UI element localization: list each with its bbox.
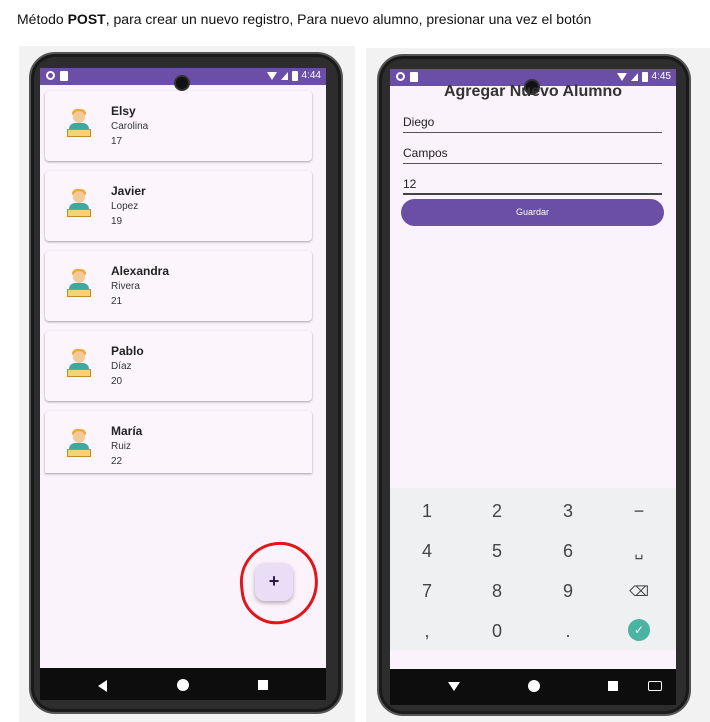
student-last-name: Ruiz bbox=[111, 441, 132, 452]
caption-method: POST bbox=[67, 11, 106, 27]
check-icon[interactable]: ✓ bbox=[628, 619, 650, 641]
form-title: Agregar Nuevo Alumno bbox=[443, 83, 623, 100]
status-time: 4:45 bbox=[651, 71, 671, 82]
key-3[interactable]: 3 bbox=[533, 491, 603, 531]
student-age: 20 bbox=[111, 376, 123, 387]
avatar-icon bbox=[65, 269, 93, 299]
sd-card-icon bbox=[60, 71, 68, 81]
student-last-name: Lopez bbox=[111, 201, 139, 212]
caption: Método POST, para crear un nuevo registr… bbox=[17, 11, 591, 27]
student-age: 19 bbox=[111, 216, 123, 227]
home-icon[interactable] bbox=[177, 679, 189, 691]
key-minus[interactable]: − bbox=[604, 491, 674, 531]
student-name: Elsy bbox=[111, 104, 136, 118]
nav-bar bbox=[390, 669, 676, 705]
record-icon bbox=[396, 72, 405, 81]
key-1[interactable]: 1 bbox=[392, 491, 462, 531]
student-last-name: Rivera bbox=[111, 281, 140, 292]
battery-icon bbox=[291, 70, 298, 81]
key-9[interactable]: 9 bbox=[533, 571, 603, 611]
key-comma[interactable]: , bbox=[392, 611, 462, 651]
key-0[interactable]: 0 bbox=[462, 611, 532, 651]
sd-card-icon bbox=[410, 72, 418, 82]
wifi-icon bbox=[616, 72, 627, 81]
caption-suffix: , para crear un nuevo registro, Para nue… bbox=[105, 11, 592, 27]
signal-icon bbox=[280, 71, 288, 80]
key-8[interactable]: 8 bbox=[462, 571, 532, 611]
name-field[interactable]: Diego bbox=[403, 111, 662, 133]
left-screen: 4:44 Elsy Carolina 17 Javier Lopez 19 Al… bbox=[40, 68, 326, 700]
student-name: Javier bbox=[111, 184, 146, 198]
last-name-field[interactable]: Campos bbox=[403, 142, 662, 164]
key-7[interactable]: 7 bbox=[392, 571, 462, 611]
home-icon[interactable] bbox=[528, 680, 540, 692]
student-name: Pablo bbox=[111, 344, 144, 358]
right-screen: 4:45 Agregar Nuevo Alumno Diego Campos 1… bbox=[390, 69, 676, 705]
student-last-name: Díaz bbox=[111, 361, 132, 372]
avatar-icon bbox=[65, 189, 93, 219]
student-card[interactable]: Elsy Carolina 17 bbox=[45, 91, 312, 161]
left-phone: 4:44 Elsy Carolina 17 Javier Lopez 19 Al… bbox=[29, 52, 343, 714]
save-button[interactable]: Guardar bbox=[401, 199, 664, 226]
right-phone: 4:45 Agregar Nuevo Alumno Diego Campos 1… bbox=[377, 54, 691, 716]
camera-icon bbox=[174, 75, 190, 91]
age-field[interactable]: 12 bbox=[403, 173, 662, 195]
key-2[interactable]: 2 bbox=[462, 491, 532, 531]
wifi-icon bbox=[266, 71, 277, 80]
battery-icon bbox=[641, 71, 648, 82]
avatar-icon bbox=[65, 109, 93, 139]
keyboard-icon[interactable] bbox=[648, 681, 662, 691]
student-name: Alexandra bbox=[111, 264, 170, 278]
student-age: 21 bbox=[111, 296, 123, 307]
annotation-circle bbox=[235, 538, 323, 628]
student-age: 17 bbox=[111, 136, 123, 147]
key-5[interactable]: 5 bbox=[462, 531, 532, 571]
signal-icon bbox=[630, 72, 638, 81]
student-card[interactable]: María Ruiz 22 bbox=[45, 411, 312, 473]
student-name: María bbox=[111, 424, 143, 438]
student-card[interactable]: Pablo Díaz 20 bbox=[45, 331, 312, 401]
avatar-icon bbox=[65, 349, 93, 379]
student-last-name: Carolina bbox=[111, 121, 149, 132]
back-icon[interactable] bbox=[98, 680, 107, 692]
recents-icon[interactable] bbox=[258, 680, 268, 690]
space-key-icon[interactable]: ␣ bbox=[604, 531, 674, 571]
key-4[interactable]: 4 bbox=[392, 531, 462, 571]
key-6[interactable]: 6 bbox=[533, 531, 603, 571]
recents-icon[interactable] bbox=[608, 681, 618, 691]
hide-keyboard-icon[interactable] bbox=[448, 682, 460, 691]
status-time: 4:44 bbox=[301, 70, 321, 81]
backspace-icon[interactable]: ⌫ bbox=[604, 571, 674, 611]
avatar-icon bbox=[65, 429, 93, 459]
student-age: 22 bbox=[111, 456, 123, 467]
record-icon bbox=[46, 71, 55, 80]
numeric-keyboard: 1 2 3 − 4 5 6 ␣ 7 8 9 ⌫ , 0 . ✓ bbox=[390, 488, 676, 650]
nav-bar bbox=[40, 668, 326, 700]
student-card[interactable]: Javier Lopez 19 bbox=[45, 171, 312, 241]
key-period[interactable]: . bbox=[533, 611, 603, 651]
caption-prefix: Método bbox=[17, 11, 68, 27]
student-card[interactable]: Alexandra Rivera 21 bbox=[45, 251, 312, 321]
